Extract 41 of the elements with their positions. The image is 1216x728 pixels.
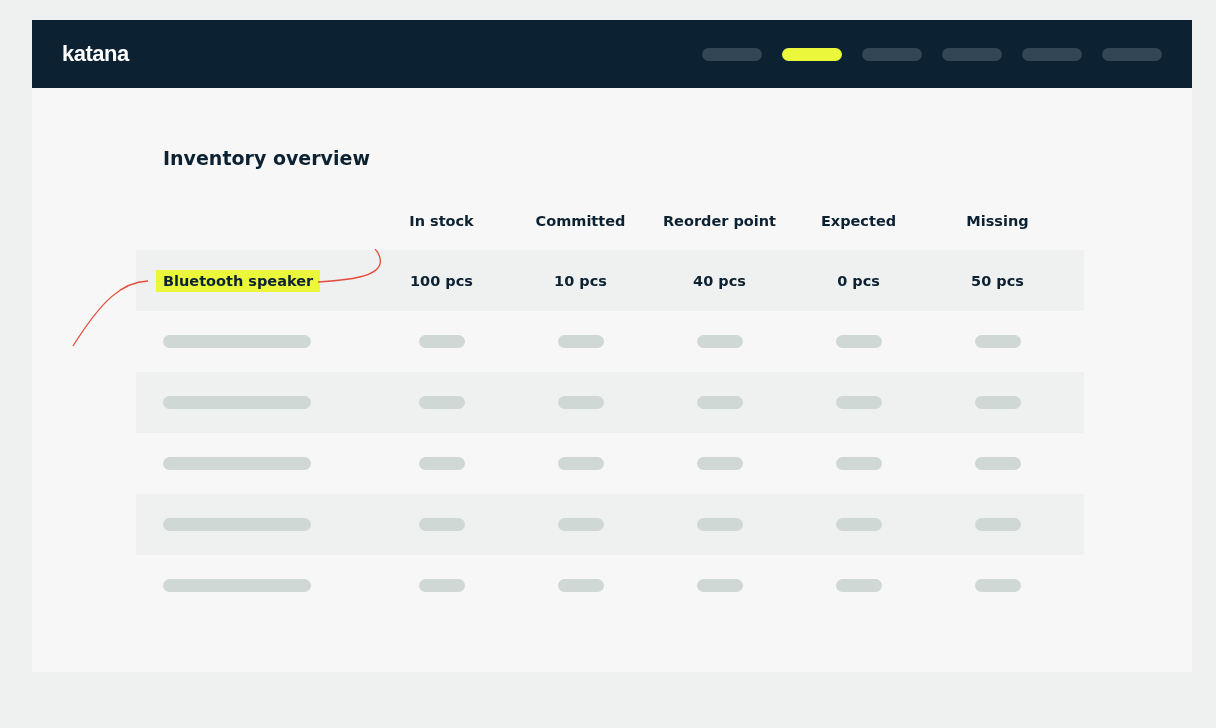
placeholder-bar: [696, 396, 743, 409]
placeholder-bar: [696, 579, 743, 592]
column-header: Committed: [535, 213, 626, 229]
column-header: Expected: [820, 213, 897, 229]
table-cell: 0 pcs: [837, 272, 880, 289]
table-cell: 100 pcs: [410, 272, 473, 289]
placeholder-bar: [557, 396, 604, 409]
placeholder-bar: [418, 396, 465, 409]
placeholder-bar: [418, 457, 465, 470]
placeholder-bar: [418, 579, 465, 592]
table-cell: 50 pcs: [971, 272, 1024, 289]
product-name: Bluetooth speaker: [156, 269, 321, 292]
placeholder-bar: [557, 518, 604, 531]
placeholder-bar: [418, 518, 465, 531]
placeholder-bar: [835, 457, 882, 470]
placeholder-bar: [696, 457, 743, 470]
placeholder-bar: [557, 579, 604, 592]
column-header: Missing: [966, 213, 1029, 229]
placeholder-bar: [974, 335, 1021, 348]
placeholder-bar: [835, 579, 882, 592]
placeholder-bar: [974, 518, 1021, 531]
placeholder-bar: [974, 396, 1021, 409]
page-title: Inventory overview: [163, 146, 371, 170]
table-row[interactable]: Bluetooth speaker 100 pcs 10 pcs 40 pcs 0 pcs 50 pcs: [136, 250, 1084, 311]
column-header: Reorder point: [662, 213, 777, 229]
placeholder-bar: [557, 457, 604, 470]
placeholder-bar: [835, 518, 882, 531]
placeholder-bar: [557, 335, 604, 348]
placeholder-bar: [696, 335, 743, 348]
nav-item[interactable]: [782, 47, 842, 61]
table-cell: 10 pcs: [554, 272, 607, 289]
placeholder-bar: [974, 457, 1021, 470]
table-cell: 40 pcs: [693, 272, 746, 289]
placeholder-bar: [696, 518, 743, 531]
placeholder-bar: [974, 579, 1021, 592]
annotation-line: [317, 248, 382, 283]
placeholder-bar: [418, 335, 465, 348]
placeholder-bar: [835, 396, 882, 409]
logo: katana: [62, 41, 129, 67]
column-header: In stock: [409, 213, 474, 229]
placeholder-bar: [835, 335, 882, 348]
